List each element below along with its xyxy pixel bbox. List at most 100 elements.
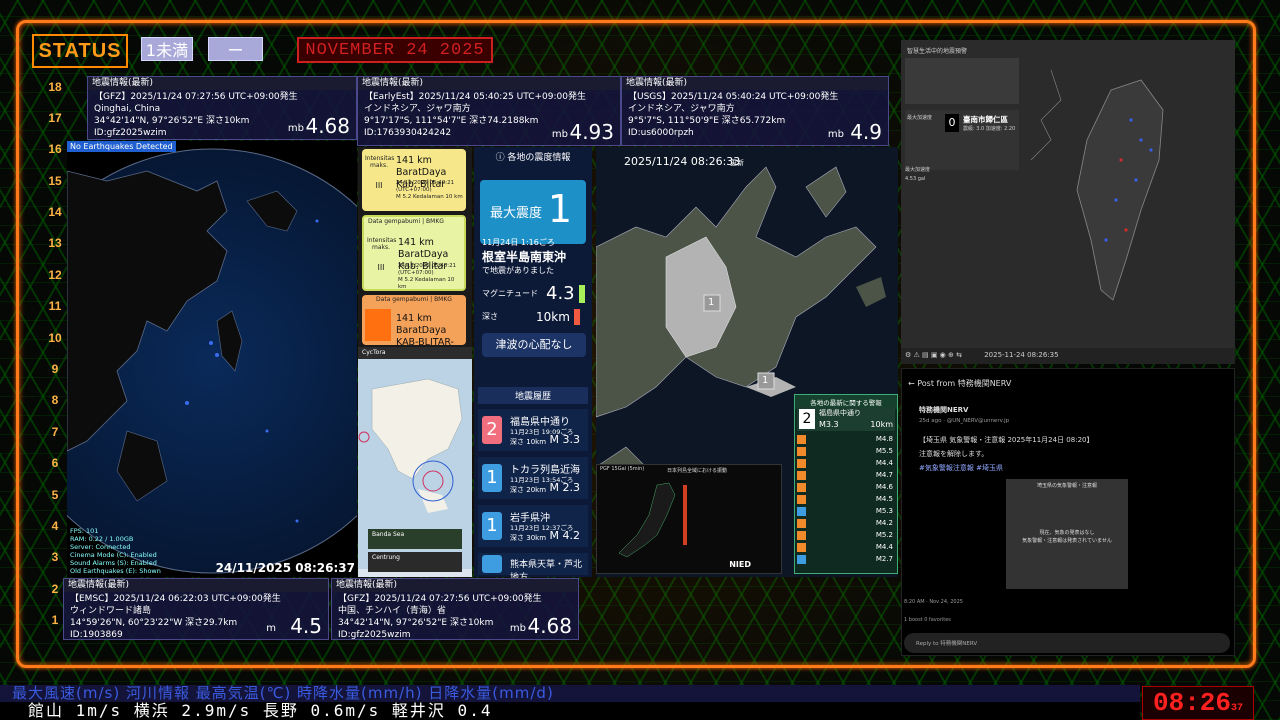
warning-mag: M4.5 <box>875 495 893 503</box>
warning-mag: M5.3 <box>875 507 893 515</box>
history-intensity: 2 <box>482 416 502 444</box>
history-item[interactable]: 2 福島県中通り 11月23日 19:09ごろ 深さ 10km M 3.3 <box>478 409 588 451</box>
bmkg-item[interactable]: Intensitas maks. III 141 km BaratDaya Ka… <box>362 149 466 211</box>
cyclone-app[interactable]: CycTora Banda Sea Centrung <box>358 347 472 577</box>
warning-panel[interactable]: 各地の最新に関する警報 2 福島県中通り M3.3 10km M4.8 M5.5… <box>794 394 898 574</box>
card-source-time: 【GFZ】2025/11/24 07:27:56 UTC+09:00発生 <box>94 92 298 102</box>
post-header: Post from 特務機関NERV <box>917 379 1012 388</box>
reply-input[interactable]: Reply to 特務機関NERV <box>904 633 1230 653</box>
card-source-time: 【EMSC】2025/11/24 06:22:03 UTC+09:00発生 <box>70 594 281 604</box>
eq-card-emsc[interactable]: 地震情報(最新) 【EMSC】2025/11/24 06:22:03 UTC+0… <box>63 578 329 640</box>
cyclone-card[interactable]: Centrung <box>368 552 462 572</box>
magnitude-label: マグニチュード <box>482 289 538 298</box>
bmkg-item[interactable]: Data gempabumi | BMKG Intensitas maks. I… <box>362 215 466 291</box>
history-item[interactable]: 1 岩手県沖 11月23日 12:37ごろ 深さ 30km M 4.2 <box>478 505 588 547</box>
history-depth: 10km <box>526 438 547 446</box>
bmkg-meta: 24/11/2025 05:40:21 (UTC+07:00) <box>396 180 455 193</box>
max-intensity-box: 最大震度 1 <box>480 180 586 244</box>
scale-number: 7 <box>51 425 59 439</box>
warning-top-depth: 10km <box>870 420 893 429</box>
post-card-title: 埼玉県の気象警報・注意報 <box>1036 483 1097 489</box>
weather-ticker: 最大風速(m/s) 河川情報 最高気温(℃) 時降水量(mm/h) 日降水量(m… <box>0 685 1140 720</box>
card-magnitude: 4.93 <box>569 120 614 144</box>
card-source-time: 【GFZ】2025/11/24 07:27:56 UTC+09:00発生 <box>338 594 542 604</box>
card-coords: 9°5'7"S, 111°50'9"E 深さ65.772km <box>628 116 786 126</box>
warning-mag: M2.7 <box>875 555 893 563</box>
history-mag: 4.2 <box>562 529 581 542</box>
cyclone-card[interactable]: Banda Sea <box>368 529 462 549</box>
warning-mag: M4.4 <box>875 543 893 551</box>
eq-card-gfz-bottom[interactable]: 地震情報(最新) 【GFZ】2025/11/24 07:27:56 UTC+09… <box>331 578 579 640</box>
eq-card-gfz[interactable]: 地震情報(最新) 【GFZ】2025/11/24 07:27:56 UTC+09… <box>87 76 357 140</box>
magnitude-value: 4.3 <box>546 283 575 304</box>
intensity-panel[interactable]: ⓘ 各地の震度情報 最大震度 1 11月24日 1:16ごろ 根室半島南東沖 で… <box>474 147 592 583</box>
bmkg-intensity-label: Intensitas maks. <box>367 237 397 251</box>
debug-line: FPS: 101 <box>70 527 99 535</box>
bmkg-place: 141 km BaratDaya <box>396 155 447 178</box>
scale-number: 9 <box>51 362 59 376</box>
history-mag: 3.3 <box>562 433 581 446</box>
bmkg-panel[interactable]: Intensitas maks. III 141 km BaratDaya Ka… <box>358 147 472 347</box>
taiwan-toolbar[interactable]: ⚙ ⚠ ▤ ▣ ◉ ⊕ ⇆ 2025-11-24 08:26:35 <box>901 348 1235 364</box>
history-mag: 2.3 <box>562 481 581 494</box>
no-earthquake-notice: No Earthquakes Detected <box>67 141 176 152</box>
card-mag-unit: mb <box>551 129 568 140</box>
nied-map[interactable]: PGF 15Gal (5min) 日本列島全域における振動 NIED <box>596 464 782 574</box>
history-item[interactable]: 熊本県天草・芦北地方 <box>478 553 588 583</box>
card-region: ウィンドワード諸島 <box>70 606 152 616</box>
bmkg-place: 141 km BaratDaya <box>396 313 447 336</box>
status-chip-2: ー <box>208 37 263 61</box>
debug-overlay: FPS: 101 RAM: 0.22 / 1.00GB Server: Conn… <box>70 527 161 575</box>
bmkg-roman: III <box>377 263 385 272</box>
quake-place: 根室半島南東沖 <box>482 250 567 264</box>
warning-mag: M5.2 <box>875 531 893 539</box>
warning-top-mag: M3.3 <box>819 420 839 429</box>
bmkg-header: Data gempabumi | BMKG <box>376 296 452 303</box>
map-marker[interactable]: 1 <box>708 297 714 308</box>
max-intensity-value: 1 <box>547 187 572 231</box>
scale-number: 6 <box>51 456 59 470</box>
card-title: 地震情報(最新) <box>622 77 888 90</box>
debug-line: Cinema Mode (C): Enabled <box>70 551 157 559</box>
history-item[interactable]: 1 トカラ列島近海 11月23日 13:54ごろ 深さ 20km M 2.3 <box>478 457 588 499</box>
card-id: ID:us6000rpzh <box>628 128 694 138</box>
post-time: 8:20 AM · Nov 24, 2025 <box>904 599 963 605</box>
card-magnitude: 4.5 <box>290 614 322 638</box>
ticker-value-row: 館山 1m/s 横浜 2.9m/s 長野 0.6m/s 軽井沢 0.4 <box>0 702 1140 720</box>
bmkg-roman: III <box>375 181 383 190</box>
scale-number: 15 <box>48 174 62 188</box>
scale-number: 12 <box>48 268 62 282</box>
warning-mag: M5.5 <box>875 447 893 455</box>
depth-value: 10km <box>536 310 570 324</box>
status-chip-1: 1未満 <box>141 37 193 61</box>
eq-card-usgs[interactable]: 地震情報(最新) 【USGS】2025/11/24 05:40:24 UTC+0… <box>621 76 889 146</box>
warning-mag: M4.6 <box>875 483 893 491</box>
nerv-post-panel[interactable]: ← Post from 特務機関NERV 特務機関NERV 25d ago · … <box>901 368 1235 656</box>
warning-top-place: 福島県中通り <box>819 409 861 417</box>
eq-card-earlyest[interactable]: 地震情報(最新) 【EarlyEst】2025/11/24 05:40:25 U… <box>357 76 621 146</box>
scale-number: 18 <box>48 80 62 94</box>
bmkg-meta: 24/11/2025 05:40:21 (UTC+07:00) <box>398 263 457 276</box>
post-account[interactable]: 特務機関NERV <box>919 405 968 416</box>
card-title: 地震情報(最新) <box>358 77 620 90</box>
card-title: 地震情報(最新) <box>88 77 356 90</box>
map-marker[interactable]: 1 <box>762 375 768 386</box>
bmkg-item[interactable]: Data gempabumi | BMKG 141 km BaratDaya K… <box>362 295 466 345</box>
map-time: 2025/11/24 08:26:33 <box>624 155 741 168</box>
intensity-panel-title: ⓘ 各地の震度情報 <box>495 153 571 163</box>
scale-number: 16 <box>48 142 62 156</box>
globe-panel[interactable]: No Earthquakes Detected FPS: 101 RAM: 0.… <box>67 141 357 577</box>
post-tags[interactable]: #気象警報注意報 #埼玉県 <box>919 463 1003 474</box>
scale-number: 10 <box>48 331 62 345</box>
post-card-image[interactable]: 埼玉県の気象警報・注意報 現在、気象の発表はなし 気象警報・注意報は発表されてい… <box>1006 479 1128 589</box>
back-arrow-icon[interactable]: ← <box>908 379 915 388</box>
digital-clock: 08:2637 <box>1142 686 1254 720</box>
status-label: STATUS <box>32 34 128 68</box>
quake-note: で地震がありました <box>482 266 554 275</box>
clock-seconds: 37 <box>1231 703 1244 714</box>
taiwan-eew-panel[interactable]: 智慧生活中的地震預警 最大加速度 0 臺南市歸仁區 震級: 3.0 加速度: 2… <box>901 40 1235 364</box>
card-source-time: 【USGS】2025/11/24 05:40:24 UTC+09:00発生 <box>628 92 839 102</box>
mag-prefix: M <box>549 481 560 494</box>
warning-top-int: 2 <box>799 409 815 429</box>
depth-label: 深さ <box>482 312 498 321</box>
